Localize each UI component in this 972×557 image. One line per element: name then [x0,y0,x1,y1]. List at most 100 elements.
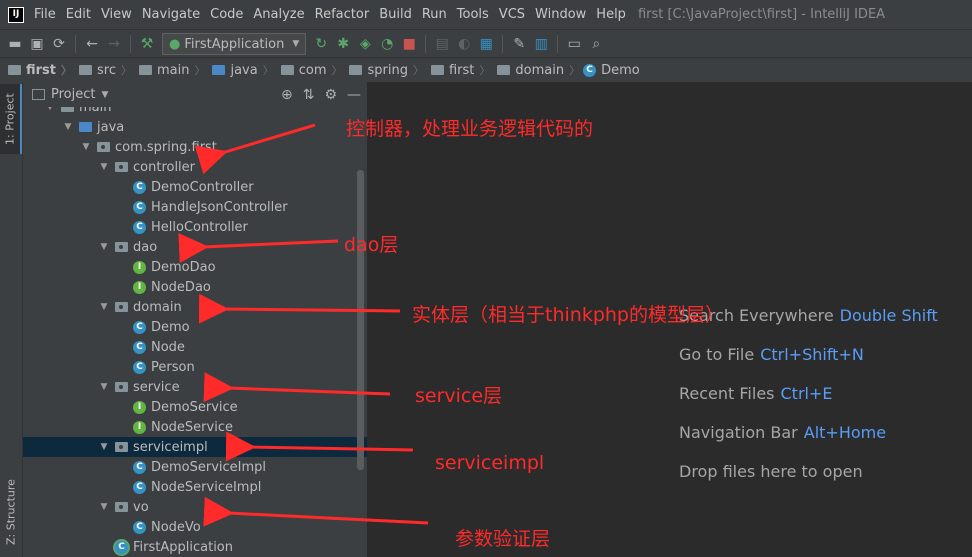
hint-drop-files: Drop files here to open [679,462,863,481]
menu-vcs[interactable]: VCS [499,7,525,22]
class-icon: C [133,200,146,214]
breadcrumb-first[interactable]: first 〉 [4,62,75,78]
coverage-icon[interactable]: ◈ [354,33,376,55]
tree-item-person[interactable]: C Person [23,357,367,377]
class-icon: C [133,480,146,494]
gear-icon[interactable]: ⚙ [324,87,337,103]
menu-run[interactable]: Run [422,7,447,22]
search-icon[interactable]: ⌕ [585,33,607,55]
menu-analyze[interactable]: Analyze [253,7,304,22]
locate-icon[interactable]: ⊕ [281,87,293,103]
toolbar-separator [557,35,559,53]
menu-navigate[interactable]: Navigate [142,7,200,22]
breadcrumb-com[interactable]: com 〉 [277,62,346,78]
terminal-icon[interactable]: ▭ [563,33,585,55]
collapse-all-icon[interactable]: ⇅ [303,87,315,103]
tree-item-nodedao[interactable]: I NodeDao [23,277,367,297]
breadcrumb-src[interactable]: src 〉 [75,62,135,78]
expand-arrow-icon[interactable]: ▼ [99,302,109,312]
expand-arrow-icon[interactable]: ▼ [99,442,109,452]
tree-item-label: NodeDao [151,279,211,295]
expand-arrow-icon[interactable]: ▼ [99,382,109,392]
breadcrumb-spring[interactable]: spring 〉 [345,62,426,78]
vcs-history-icon[interactable]: ◐ [453,33,475,55]
breadcrumb: first 〉 src 〉 main 〉 java 〉 com 〉 spring 〉 fir… [0,57,972,83]
tree-item-com-spring-first[interactable]: ▼ com.spring.first [23,137,367,157]
menu-window[interactable]: Window [535,7,586,22]
tab-structure[interactable]: Z: Structure [0,470,22,555]
project-panel-title[interactable]: Project [51,87,95,102]
expand-arrow-icon[interactable]: ▼ [99,242,109,252]
breadcrumb-java[interactable]: java 〉 [208,62,276,78]
tree-item-handlejsoncontroller[interactable]: C HandleJsonController [23,197,367,217]
class-icon: C [133,520,146,534]
expand-arrow-icon[interactable]: ▼ [99,502,109,512]
back-icon[interactable]: ← [81,33,103,55]
menu-tools[interactable]: Tools [457,7,489,22]
vcs-update-icon[interactable]: ▤ [431,33,453,55]
expand-arrow-icon[interactable]: ▼ [45,107,55,112]
run-config-label: FirstApplication [184,36,285,52]
package-icon [430,65,444,75]
menu-help[interactable]: Help [596,7,626,22]
tree-item-demoserviceimpl[interactable]: C DemoServiceImpl [23,457,367,477]
tree-item-vo[interactable]: ▼ vo [23,497,367,517]
build-hammer-icon[interactable]: ⚒ [136,33,158,55]
breadcrumb-demo[interactable]: C Demo [583,63,640,78]
breadcrumb-main[interactable]: main 〉 [135,62,208,78]
hint-go-to-file: Go to File Ctrl+Shift+N [679,345,864,364]
tree-item-controller[interactable]: ▼ controller [23,157,367,177]
tree-item-label: Person [151,359,195,375]
package-icon [97,142,110,152]
tab-project[interactable]: 1: Project [0,84,22,154]
rerun-icon[interactable]: ↻ [310,33,332,55]
tree-item-demoservice[interactable]: I DemoService [23,397,367,417]
class-icon: C [133,220,146,234]
menu-build[interactable]: Build [379,7,412,22]
expand-arrow-icon[interactable]: ▼ [81,142,91,152]
tree-item-label: java [97,119,125,135]
sync-icon[interactable]: ⟳ [48,33,70,55]
save-icon[interactable]: ▣ [26,33,48,55]
folder-icon [79,65,92,75]
tree-item-nodevo[interactable]: C NodeVo [23,517,367,537]
tree-scrollbar[interactable] [357,170,364,470]
tree-item-main[interactable]: ▼ main [23,107,367,117]
tree-item-demo[interactable]: C Demo [23,317,367,337]
tree-item-label: FirstApplication [133,539,233,555]
tree-item-domain[interactable]: ▼ domain [23,297,367,317]
tree-item-hellocontroller[interactable]: C HelloController [23,217,367,237]
tree-item-java[interactable]: ▼ java [23,117,367,137]
forward-icon[interactable]: → [103,33,125,55]
tree-item-dao[interactable]: ▼ dao [23,237,367,257]
expand-arrow-icon[interactable]: ▼ [63,122,73,132]
project-structure-icon[interactable]: ▥ [530,33,552,55]
menu-code[interactable]: Code [210,7,243,22]
tree-item-nodeserviceimpl[interactable]: C NodeServiceImpl [23,477,367,497]
stop-icon[interactable]: ■ [398,33,420,55]
menu-refactor[interactable]: Refactor [315,7,370,22]
tree-item-democontroller[interactable]: C DemoController [23,177,367,197]
minimize-icon[interactable]: — [347,87,361,103]
menu-file[interactable]: File [34,7,56,22]
open-folder-icon[interactable]: ▬ [4,33,26,55]
expand-arrow-icon[interactable]: ▼ [99,162,109,172]
tree-item-node[interactable]: C Node [23,337,367,357]
tree-item-label: DemoController [151,179,254,195]
breadcrumb-first-pkg[interactable]: first 〉 [427,62,493,78]
profiler-icon[interactable]: ▦ [475,33,497,55]
tree-item-nodeservice[interactable]: I NodeService [23,417,367,437]
tree-item-demodao[interactable]: I DemoDao [23,257,367,277]
menu-edit[interactable]: Edit [66,7,91,22]
debug-icon[interactable]: ✱ [332,33,354,55]
profile-icon[interactable]: ◔ [376,33,398,55]
menu-view[interactable]: View [101,7,132,22]
tree-item-label: NodeService [151,419,233,435]
tree-item-serviceimpl[interactable]: ▼ serviceimpl [23,437,367,457]
tree-item-service[interactable]: ▼ service [23,377,367,397]
settings-wrench-icon[interactable]: ✎ [508,33,530,55]
tree-item-firstapplication[interactable]: C FirstApplication [23,537,367,557]
breadcrumb-domain[interactable]: domain 〉 [493,62,583,78]
run-config-select[interactable]: ● FirstApplication ▼ [162,33,307,55]
chevron-down-icon[interactable]: ▼ [101,90,108,100]
